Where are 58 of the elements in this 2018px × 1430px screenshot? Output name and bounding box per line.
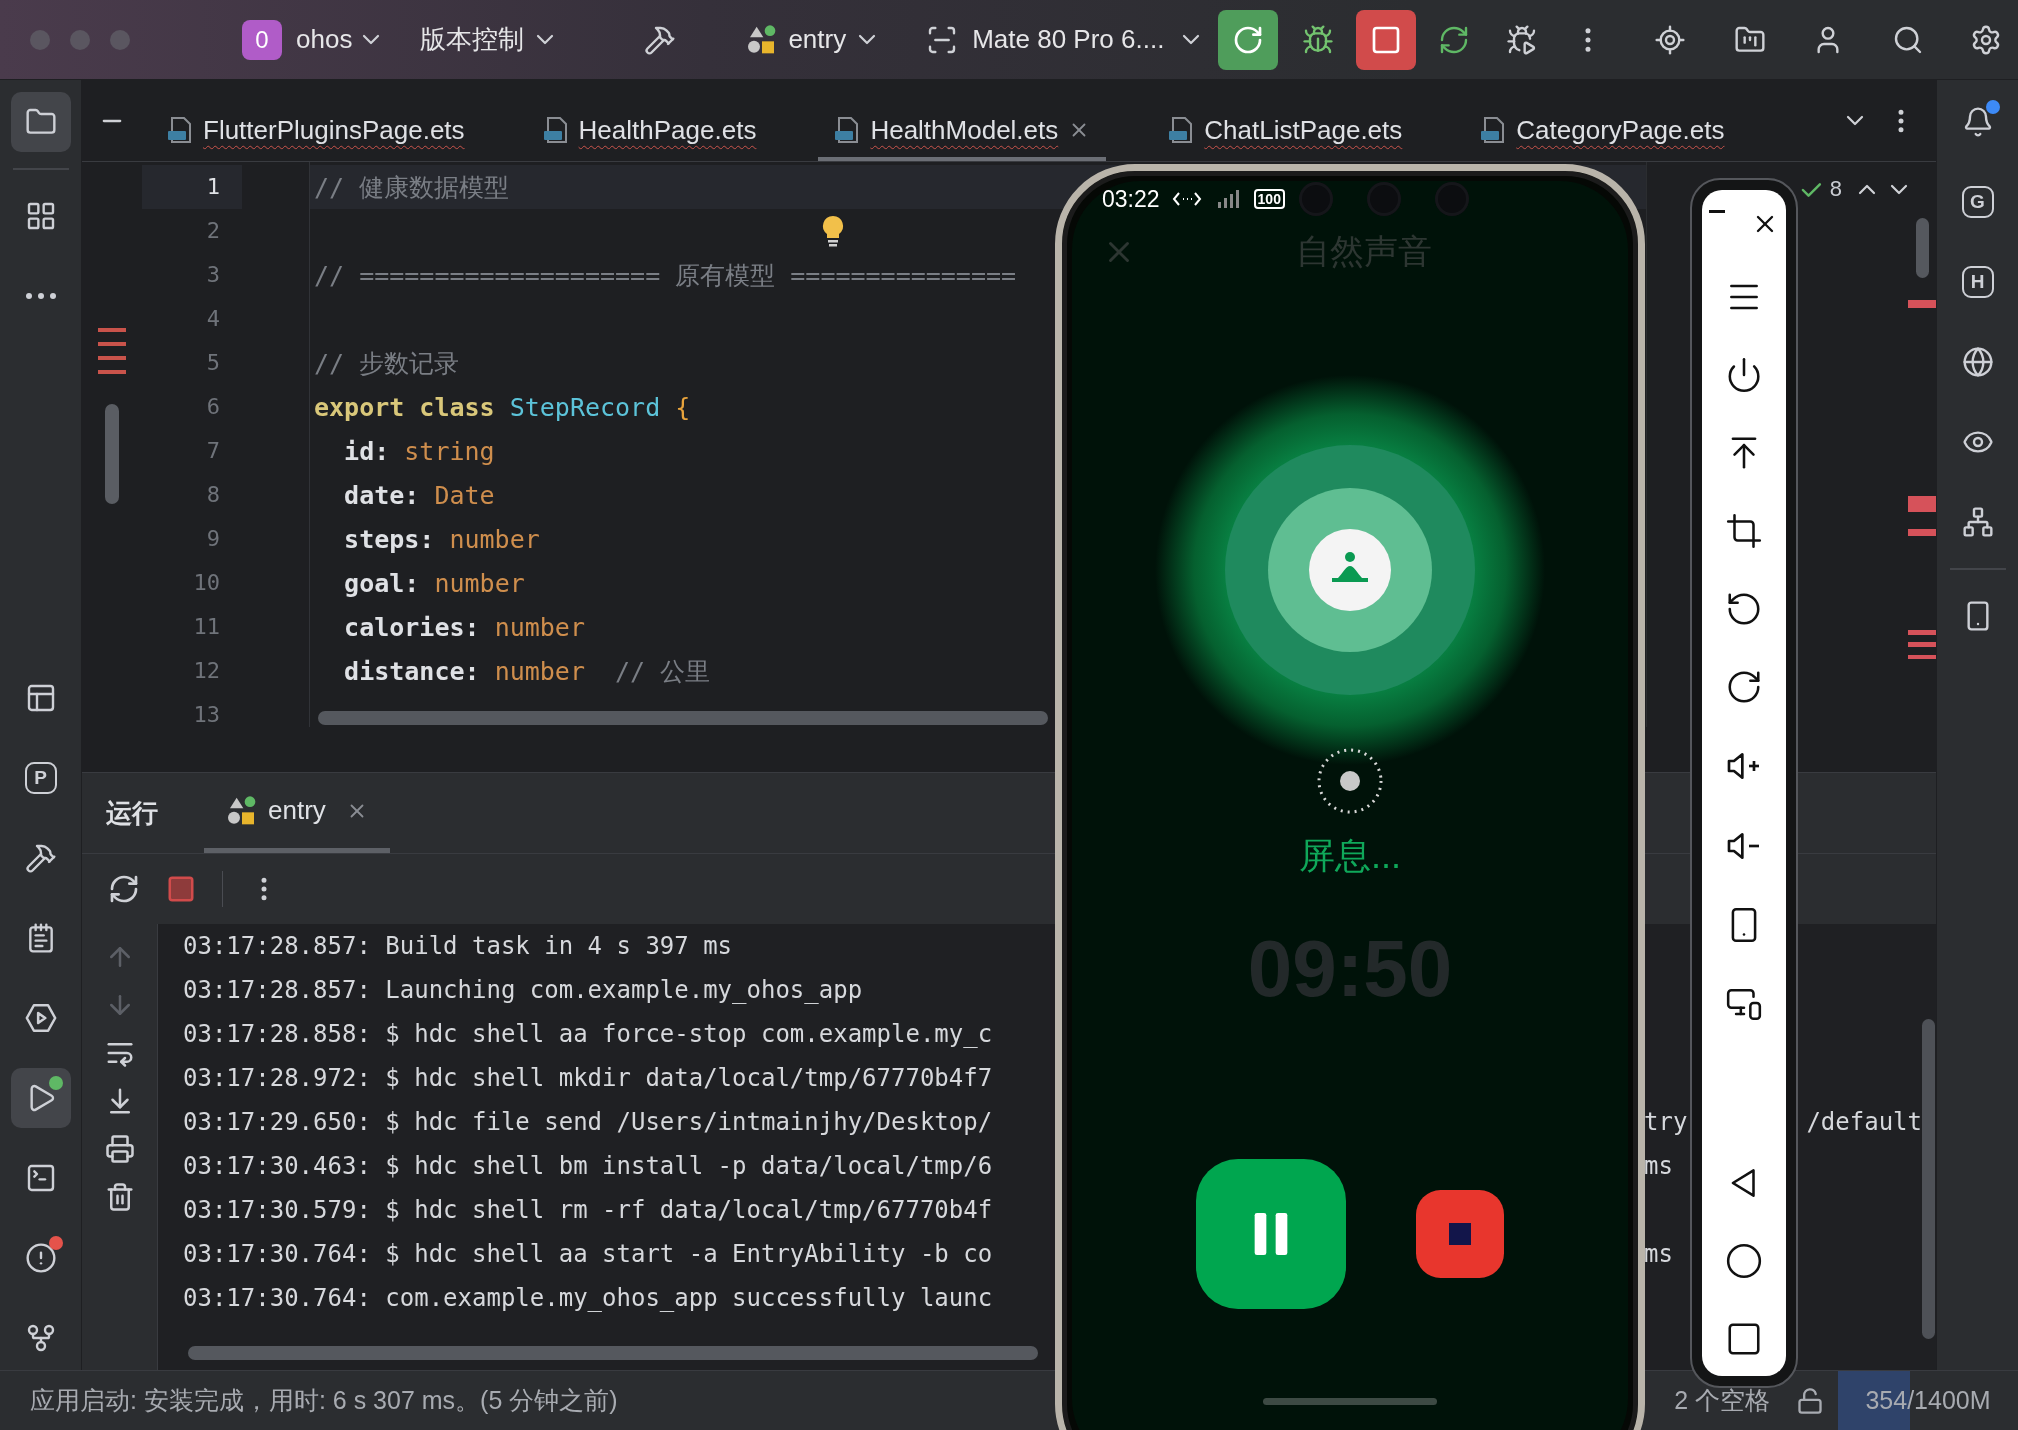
line-number: 3 bbox=[205, 261, 221, 289]
battery-icon: 100 bbox=[1253, 189, 1285, 209]
status-message: 应用启动: 安装完成，用时: 6 s 307 ms。(5 分钟之前) bbox=[30, 1385, 618, 1416]
line-number: 5 bbox=[205, 349, 221, 377]
line-number: 10 bbox=[192, 569, 221, 597]
vcs-menu[interactable]: 版本控制 bbox=[420, 22, 525, 57]
code-line: goal: number bbox=[343, 568, 525, 598]
line-number: 4 bbox=[205, 305, 221, 333]
console-line: 03:17:30.579: $ hdc shell rm -rf data/local/tmp/67770b4f bbox=[183, 1196, 994, 1224]
line-number: 11 bbox=[192, 613, 221, 641]
console-line: 03:17:29.650: $ hdc file send /Users/intmainjhy/Desktop/ bbox=[183, 1108, 994, 1136]
console-text: try bbox=[1644, 1108, 1688, 1136]
console-line: 03:17:30.764: com.example.my_ohos_app successfully launc bbox=[183, 1284, 994, 1312]
console-line: 03:17:28.857: Launching com.example.my_ohos_app bbox=[183, 976, 864, 1004]
letter-icon: G bbox=[1961, 186, 1994, 218]
console-text: ms bbox=[1644, 1152, 1673, 1180]
panel-title: 运行 bbox=[106, 796, 158, 830]
inspection-count: 8 bbox=[1829, 176, 1842, 202]
editor-tab[interactable]: FlutterPluginsPage.ets bbox=[151, 103, 481, 161]
editor-tab[interactable]: CategoryPage.ets bbox=[1464, 103, 1741, 161]
tool-window-button[interactable]: P bbox=[10, 748, 71, 808]
editor-tab[interactable]: HealthPage.ets bbox=[526, 103, 773, 161]
line-number: 8 bbox=[205, 481, 221, 509]
console-text: /default bbox=[1806, 1108, 1922, 1136]
console-text: ms bbox=[1644, 1240, 1673, 1268]
console-line: 03:17:30.463: $ hdc shell bm install -p data/local/tmp/6 bbox=[183, 1152, 994, 1180]
code-line: date: Date bbox=[343, 480, 495, 510]
code-line: // 健康数据模型 bbox=[313, 171, 510, 204]
tool-window-button[interactable]: G bbox=[1947, 172, 2008, 232]
code-line: export class StepRecord { bbox=[313, 392, 691, 422]
line-number: 12 bbox=[192, 657, 221, 685]
tool-window-button[interactable]: H bbox=[1947, 252, 2008, 312]
console-line: 03:17:30.764: $ hdc shell aa start -a EntryAbility -b co bbox=[183, 1240, 994, 1268]
letter-icon: P bbox=[24, 762, 57, 794]
indent-setting[interactable]: 2 个空格 bbox=[1674, 1384, 1770, 1417]
clock: 03:22 bbox=[1102, 185, 1160, 213]
line-number: 2 bbox=[205, 217, 221, 245]
console-line: 03:17:28.858: $ hdc shell aa force-stop com.example.my_c bbox=[183, 1020, 994, 1048]
code-line: // 步数记录 bbox=[313, 347, 460, 380]
breathing-phase: 屏息... bbox=[1299, 834, 1401, 878]
code-line: distance: number // 公里 bbox=[343, 655, 711, 688]
letter-icon: H bbox=[1961, 266, 1994, 298]
line-number: 9 bbox=[205, 525, 221, 553]
code-line: calories: number bbox=[343, 612, 585, 642]
code-line: id: string bbox=[343, 436, 495, 466]
line-number: 1 bbox=[142, 165, 242, 209]
console-line: 03:17:28.972: $ hdc shell mkdir data/local/tmp/67770b4f7 bbox=[183, 1064, 994, 1092]
line-number: 13 bbox=[192, 701, 221, 729]
project-badge: 0 bbox=[242, 19, 282, 60]
console-line: 03:17:28.857: Build task in 4 s 397 ms bbox=[183, 932, 734, 960]
project-name[interactable]: ohos bbox=[296, 24, 353, 55]
editor-tab[interactable]: ChatListPage.ets bbox=[1152, 103, 1419, 161]
run-configuration[interactable]: entry bbox=[788, 24, 847, 55]
line-number: 6 bbox=[205, 393, 221, 421]
code-line: steps: number bbox=[343, 524, 540, 554]
device-selector[interactable]: Mate 80 Pro 6.... bbox=[972, 24, 1165, 55]
line-number: 7 bbox=[205, 437, 221, 465]
code-line: // ==================== 原有模型 =============== bbox=[313, 259, 1017, 292]
